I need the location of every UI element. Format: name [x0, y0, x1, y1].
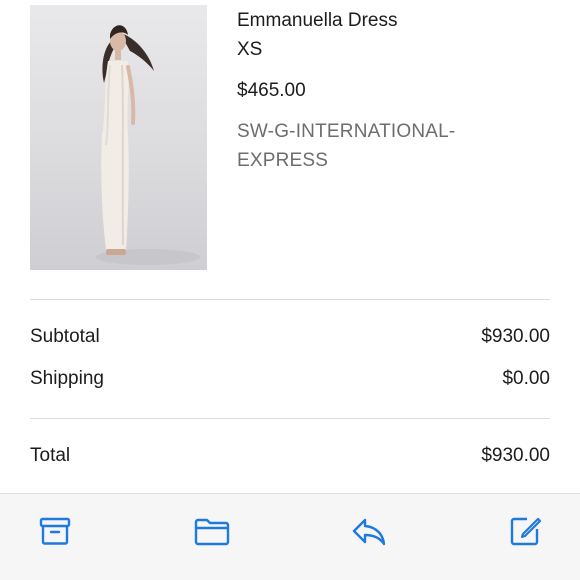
subtotal-label: Subtotal	[30, 326, 100, 347]
folder-icon	[194, 518, 230, 546]
divider-top	[30, 299, 550, 300]
product-info: Emmanuella Dress XS $465.00 SW-G-INTERNA…	[237, 6, 557, 175]
shipping-value: $0.00	[502, 368, 550, 389]
shipping-method-line2: EXPRESS	[237, 150, 329, 171]
product-name: Emmanuella Dress	[237, 10, 398, 31]
product-size: XS	[237, 39, 263, 60]
compose-button[interactable]	[505, 511, 545, 551]
shipping-method: SW-G-INTERNATIONAL- EXPRESS	[237, 117, 557, 175]
total-label: Total	[30, 445, 71, 466]
dress-photo	[96, 25, 200, 265]
shipping-row: Shipping $0.00	[30, 367, 550, 391]
product-image	[30, 5, 207, 270]
mail-toolbar	[0, 493, 580, 580]
shipping-method-line1: SW-G-INTERNATIONAL-	[237, 121, 456, 142]
move-to-folder-button[interactable]	[192, 511, 232, 551]
archive-icon	[39, 517, 71, 545]
subtotal-row: Subtotal $930.00	[30, 325, 550, 349]
total-value: $930.00	[481, 445, 550, 466]
compose-icon	[510, 517, 542, 546]
total-row: Total $930.00	[30, 444, 550, 468]
product-price: $465.00	[237, 80, 306, 101]
divider-bottom	[30, 418, 550, 419]
subtotal-value: $930.00	[481, 326, 550, 347]
reply-icon	[352, 518, 386, 546]
reply-button[interactable]	[349, 511, 389, 551]
archive-button[interactable]	[35, 511, 75, 551]
shipping-label: Shipping	[30, 368, 104, 389]
